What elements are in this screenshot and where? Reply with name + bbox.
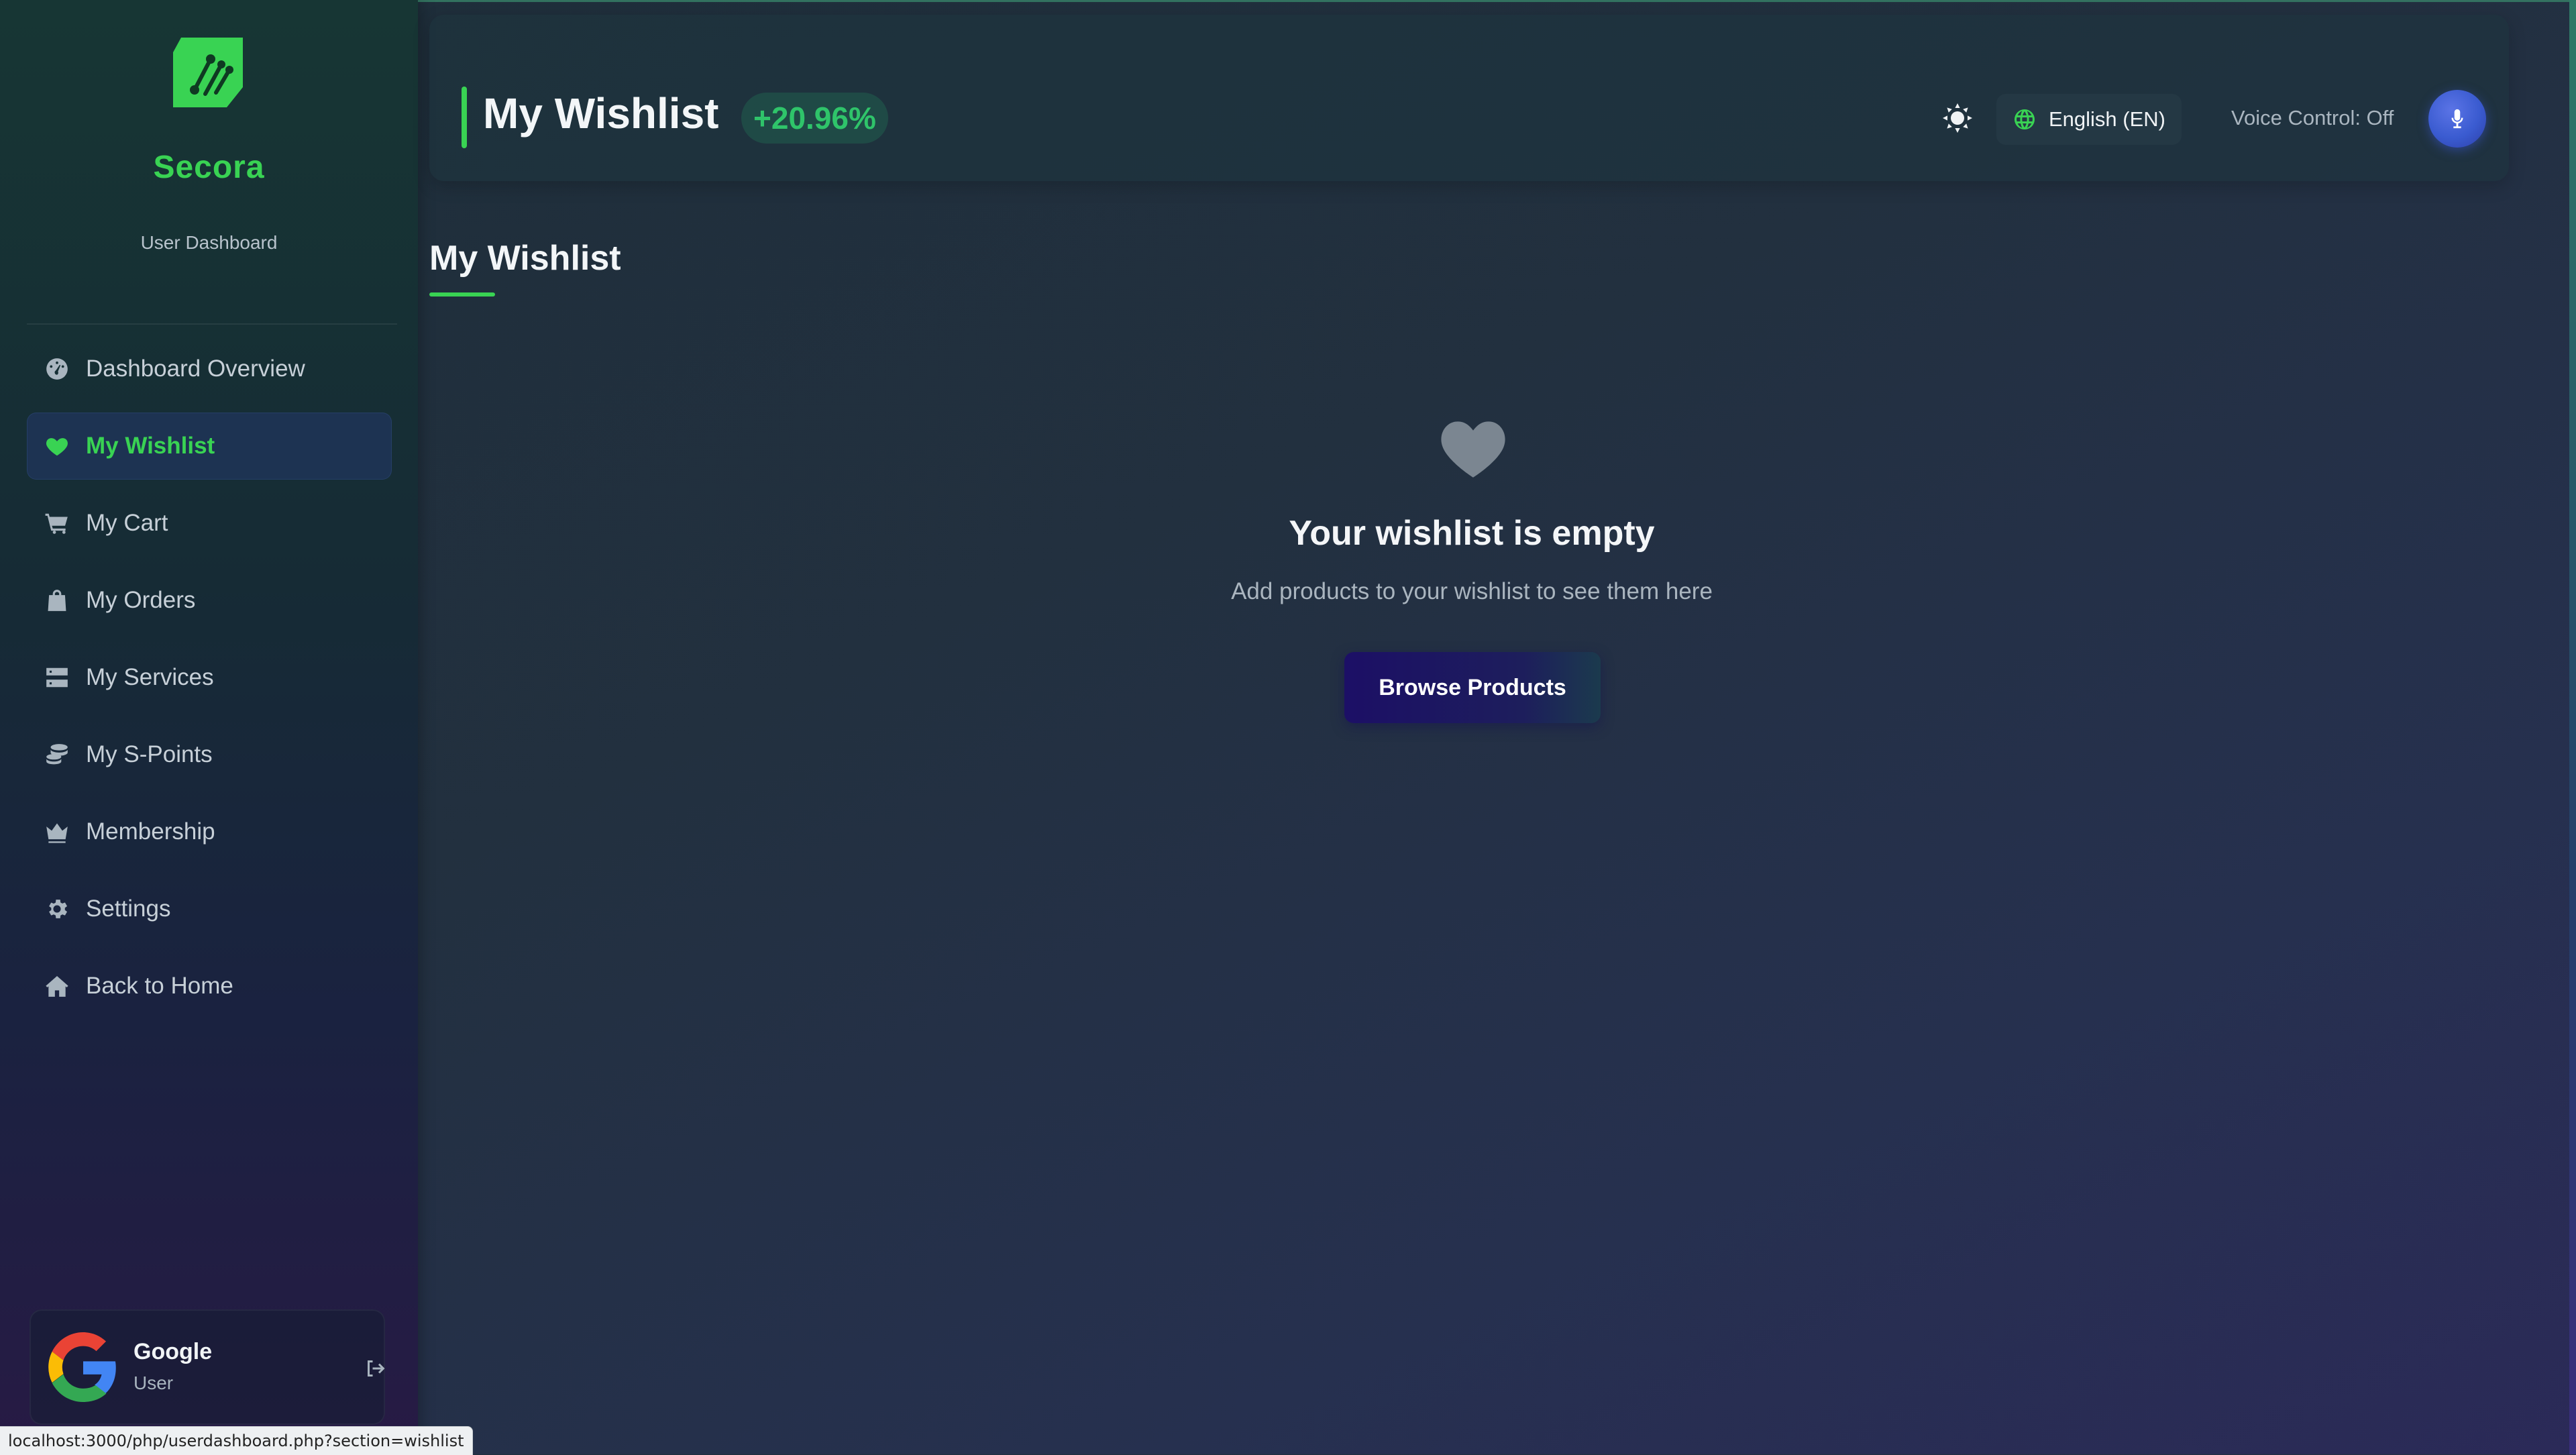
language-label: English (EN)	[2049, 107, 2165, 131]
coins-icon	[43, 741, 71, 769]
empty-state-subtitle: Add products to your wishlist to see the…	[1231, 578, 1713, 604]
sun-icon	[1943, 103, 1972, 133]
top-header: My Wishlist +20.96% English (EN) Voice C…	[429, 15, 2509, 181]
voice-control-button[interactable]	[2428, 90, 2486, 148]
sidebar-item-membership[interactable]: Membership	[27, 798, 392, 865]
sidebar-item-label: Dashboard Overview	[86, 356, 305, 382]
crown-icon	[43, 818, 71, 846]
empty-state-title: Your wishlist is empty	[1289, 514, 1655, 553]
brand-subtitle: User Dashboard	[140, 232, 278, 253]
user-profile-card: Google User	[30, 1309, 385, 1425]
sidebar-item-label: Membership	[86, 818, 215, 845]
gear-icon	[43, 895, 71, 923]
user-name: Google	[133, 1339, 213, 1364]
sidebar-item-back-to-home[interactable]: Back to Home	[27, 953, 392, 1020]
empty-heart-icon	[1440, 417, 1507, 479]
right-edge-strip	[2569, 0, 2576, 1454]
dashboard-icon	[43, 355, 71, 383]
user-role: User	[133, 1372, 174, 1393]
percent-badge: +20.96%	[741, 93, 888, 144]
server-icon	[43, 663, 71, 692]
google-avatar-icon	[48, 1332, 118, 1402]
sidebar-item-label: Settings	[86, 896, 171, 922]
header-accent-bar	[462, 87, 467, 148]
sidebar-item-label: My Wishlist	[86, 433, 215, 459]
sidebar-item-dashboard-overview[interactable]: Dashboard Overview	[27, 335, 392, 402]
home-icon	[43, 972, 71, 1000]
voice-control-status: Voice Control: Off	[2231, 106, 2394, 129]
browse-products-button[interactable]: Browse Products	[1344, 652, 1601, 723]
section-title: My Wishlist	[429, 239, 621, 278]
theme-toggle-button[interactable]	[1941, 102, 1976, 137]
secora-logo-icon[interactable]	[168, 32, 248, 113]
sidebar-item-settings[interactable]: Settings	[27, 875, 392, 942]
language-selector[interactable]: English (EN)	[1996, 94, 2182, 145]
page-title: My Wishlist	[483, 89, 719, 138]
sidebar-item-my-services[interactable]: My Services	[27, 644, 392, 711]
sidebar-divider	[27, 323, 397, 325]
microphone-icon	[2451, 109, 2463, 129]
logout-icon[interactable]	[364, 1356, 390, 1383]
sidebar-item-my-s-points[interactable]: My S-Points	[27, 721, 392, 788]
status-bar-url: localhost:3000/php/userdashboard.php?sec…	[0, 1426, 473, 1455]
sidebar-nav: Dashboard Overview My Wishlist My Cart M…	[27, 335, 392, 1030]
sidebar-item-my-wishlist[interactable]: My Wishlist	[27, 413, 392, 480]
sidebar-item-label: My Services	[86, 664, 214, 690]
globe-icon	[2015, 109, 2035, 129]
section-title-underline	[429, 292, 495, 297]
heart-icon	[43, 432, 71, 460]
sidebar: Secora User Dashboard Dashboard Overview…	[0, 0, 418, 1454]
sidebar-item-label: Back to Home	[86, 973, 233, 999]
brand-name: Secora	[153, 150, 265, 185]
sidebar-item-label: My S-Points	[86, 741, 213, 767]
